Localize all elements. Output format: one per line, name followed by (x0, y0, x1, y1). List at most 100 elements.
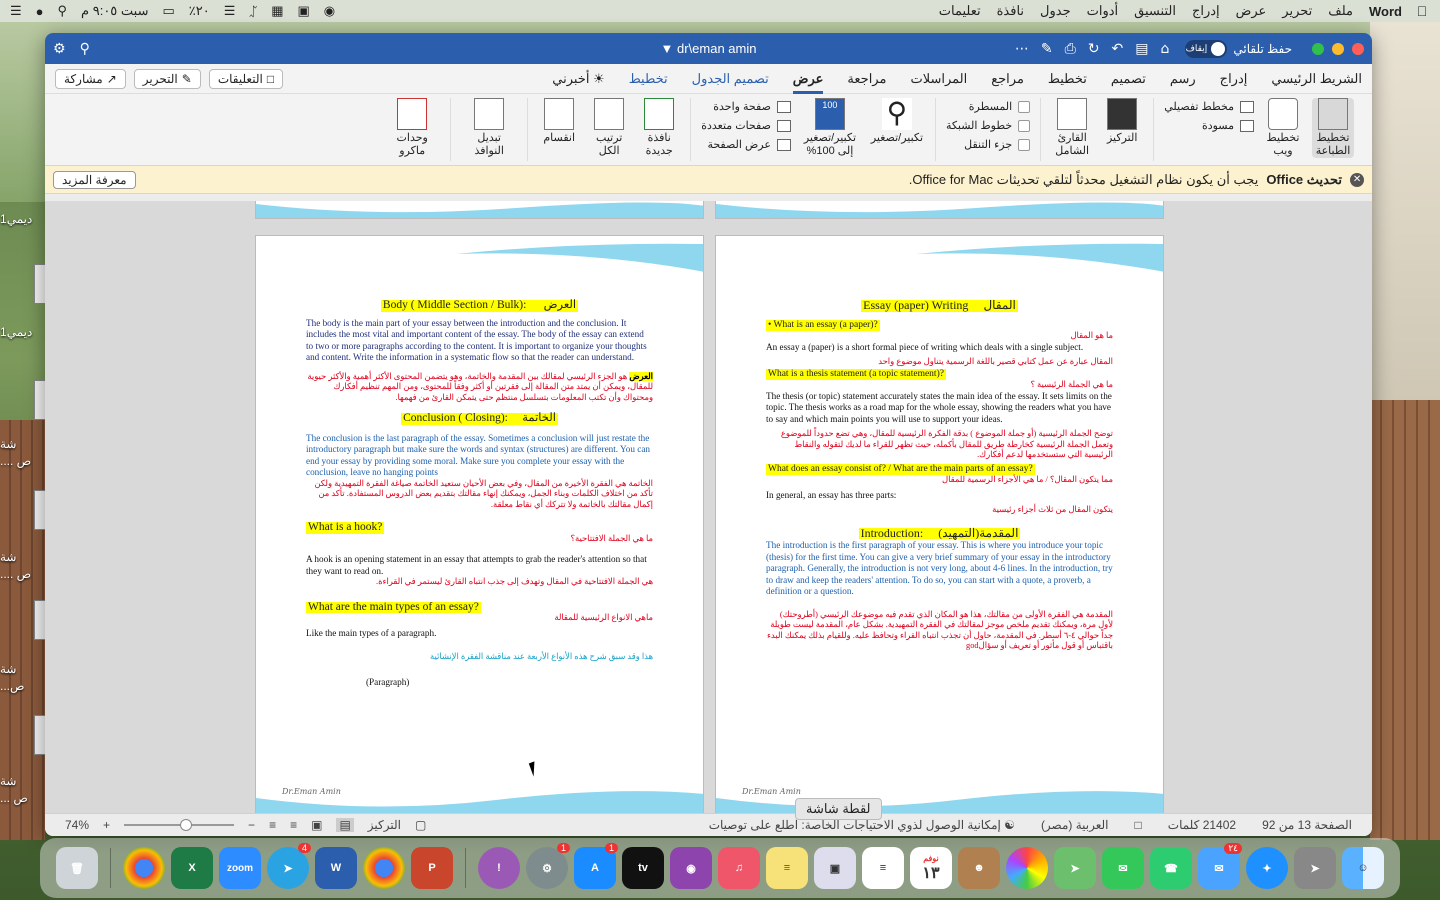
dock-excel-icon[interactable]: X (171, 847, 213, 889)
print-layout-button[interactable]: تخطيط الطباعة (1312, 98, 1354, 158)
close-message-icon[interactable]: ✕ (1350, 172, 1364, 187)
search-icon[interactable]: ⚲ (58, 3, 68, 19)
zoom-100-button[interactable]: 100 تكبير/تصغير إلى 100% (799, 98, 861, 158)
menu-window[interactable]: نافذة (997, 3, 1024, 19)
dock-tv-icon[interactable]: tv (622, 847, 664, 889)
desktop-file-label[interactable]: شة (0, 662, 17, 676)
dock-launchpad-icon[interactable]: ➤ (1294, 847, 1336, 889)
dock-podcasts-icon[interactable]: ◉ (670, 847, 712, 889)
menu-help[interactable]: تعليمات (939, 3, 981, 19)
desktop-file-label[interactable]: .... ص (0, 567, 31, 581)
desktop-file-label[interactable]: ديمي1 (0, 325, 32, 339)
menu-format[interactable]: التنسيق (1134, 3, 1176, 19)
tab-review[interactable]: مراجعة (847, 67, 886, 91)
editing-button[interactable]: ✎ التحرير (133, 68, 201, 89)
document-page-left[interactable]: Body ( Middle Section / Bulk): العرض The… (255, 235, 704, 813)
clock[interactable]: سبت ٩:٠٥ م (81, 3, 148, 19)
dock-notes-icon[interactable]: ≡ (766, 847, 808, 889)
navpane-checkbox[interactable]: جزء التنقل (946, 138, 1031, 151)
edit-doc-icon[interactable]: ✎ (1041, 41, 1053, 57)
dock-maps-icon[interactable]: ➤ (1054, 847, 1096, 889)
one-page-button[interactable]: صفحة واحدة (701, 100, 791, 113)
zoom-level[interactable]: 74% (65, 818, 89, 832)
desktop-file-label[interactable]: .... ص (0, 454, 31, 468)
gridlines-checkbox[interactable]: خطوط الشبكة (946, 119, 1031, 132)
document-page-right[interactable]: Essay (paper) Writing المقال • What is a… (715, 235, 1164, 813)
accessibility-status[interactable]: ☯ إمكانية الوصول لذوي الاحتياجات الخاصة:… (709, 818, 1015, 832)
focus-mode-icon[interactable]: ▢ (415, 818, 426, 832)
dock-settings-icon[interactable]: ⚙ 1 (526, 843, 570, 889)
menu-file[interactable]: ملف (1328, 3, 1353, 19)
more-icon[interactable]: ⋯ (1015, 41, 1029, 57)
share-button[interactable]: ↗ مشاركة (55, 68, 126, 89)
zoom-window-button[interactable] (1312, 42, 1324, 55)
dock-calendar-icon[interactable]: نوفم ١٣ (910, 847, 952, 889)
battery-icon[interactable]: ▭ (162, 3, 174, 19)
dock-messages-icon[interactable]: ✉ (1102, 847, 1144, 889)
ruler-checkbox[interactable]: المسطرة (946, 100, 1031, 113)
web-view-icon[interactable]: ▣ (311, 818, 322, 832)
dock-screenshot-icon[interactable]: ▣ (814, 847, 856, 889)
print-icon[interactable]: ⎙ (1065, 41, 1076, 57)
home-icon[interactable]: ⌂ (1161, 41, 1170, 57)
dock-word-icon[interactable]: W (315, 847, 357, 889)
desktop-file-label[interactable]: ديمي1 (0, 212, 32, 226)
outline-button[interactable]: مخطط تفصيلي (1164, 100, 1254, 113)
close-window-button[interactable] (1352, 42, 1364, 55)
tab-home[interactable]: الشريط الرئيسي (1271, 67, 1362, 91)
page-width-button[interactable]: عرض الصفحة (701, 138, 791, 151)
undo-icon[interactable]: ↶ (1112, 41, 1124, 57)
menu-table[interactable]: جدول (1040, 3, 1071, 19)
control-center-icon[interactable]: ☰ (10, 3, 22, 19)
zoom-slider[interactable] (124, 819, 235, 831)
menu-app-name[interactable]: Word (1369, 4, 1402, 19)
dock-appstore-icon[interactable]: A1 (574, 843, 618, 889)
save-icon[interactable]: ▤ (1135, 41, 1148, 57)
evernote-icon[interactable]: ▦ (271, 3, 283, 19)
autosave[interactable]: حفظ تلقائي إيقاف (1185, 39, 1292, 58)
proofing-icon[interactable]: □ (1135, 818, 1142, 832)
menu-view[interactable]: عرض (1236, 3, 1267, 19)
tab-draw[interactable]: رسم (1170, 67, 1196, 91)
tab-references[interactable]: مراجع (991, 67, 1024, 91)
desktop-file-label[interactable]: شة (0, 550, 17, 564)
immersive-reader-button[interactable]: القارئ الشامل (1051, 98, 1093, 158)
arrange-all-button[interactable]: ترتيب الكل (588, 98, 630, 158)
dock-contacts-icon[interactable]: ☻ (958, 847, 1000, 889)
siri-icon[interactable]: ● (36, 4, 44, 19)
comments-button[interactable]: □ التعليقات (208, 68, 284, 89)
apple-icon[interactable]:  (1414, 3, 1430, 19)
dock-feedback-icon[interactable]: ! (478, 847, 520, 889)
zoom-status-icon[interactable]: ◉ (324, 3, 335, 19)
page-count[interactable]: الصفحة 13 من 92 (1262, 818, 1352, 832)
menu-insert[interactable]: إدراج (1192, 3, 1220, 19)
desktop-file-label[interactable]: ...ص (0, 679, 25, 693)
web-layout-button[interactable]: تخطيط ويب (1262, 98, 1304, 158)
macros-button[interactable]: وحدات ماكرو (384, 98, 440, 158)
tab-insert[interactable]: إدراج (1220, 67, 1248, 91)
tab-mailings[interactable]: المراسلات (910, 67, 967, 91)
print-view-icon[interactable]: ▤ (336, 818, 354, 832)
focus-button[interactable]: التركيز (1101, 98, 1143, 145)
dock-telegram-icon[interactable]: ➤ 4 (267, 843, 311, 889)
menu-edit[interactable]: تحرير (1282, 3, 1312, 19)
draft-button[interactable]: مسودة (1164, 119, 1254, 132)
menu-tools[interactable]: أدوات (1087, 3, 1119, 19)
tab-table-layout[interactable]: تخطيط (629, 67, 668, 91)
dock-facetime-icon[interactable]: ☎ (1150, 847, 1192, 889)
desktop-file-label[interactable]: شة (0, 774, 17, 788)
language[interactable]: العربية (مصر) (1041, 818, 1109, 832)
dock-finder-icon[interactable]: ☺ (1342, 847, 1384, 889)
dock-chrome-icon[interactable] (363, 847, 405, 889)
wifi-icon[interactable]: ☰ (224, 3, 236, 19)
dock-safari-icon[interactable]: ✦ (1246, 847, 1288, 889)
zoom-in-icon[interactable]: + (103, 818, 110, 832)
autosave-toggle[interactable]: إيقاف (1185, 39, 1228, 58)
dock-mail-icon[interactable]: ✉ ٢٤ (1198, 843, 1242, 889)
dock-powerpoint-icon[interactable]: P (411, 847, 453, 889)
focus-mode-label[interactable]: التركيز (368, 818, 401, 832)
tab-view[interactable]: عرض (792, 67, 823, 94)
dock-music-icon[interactable]: ♫ (718, 847, 760, 889)
tab-layout[interactable]: تخطيط (1048, 67, 1087, 91)
dock-reminders-icon[interactable]: ≡ (862, 847, 904, 889)
